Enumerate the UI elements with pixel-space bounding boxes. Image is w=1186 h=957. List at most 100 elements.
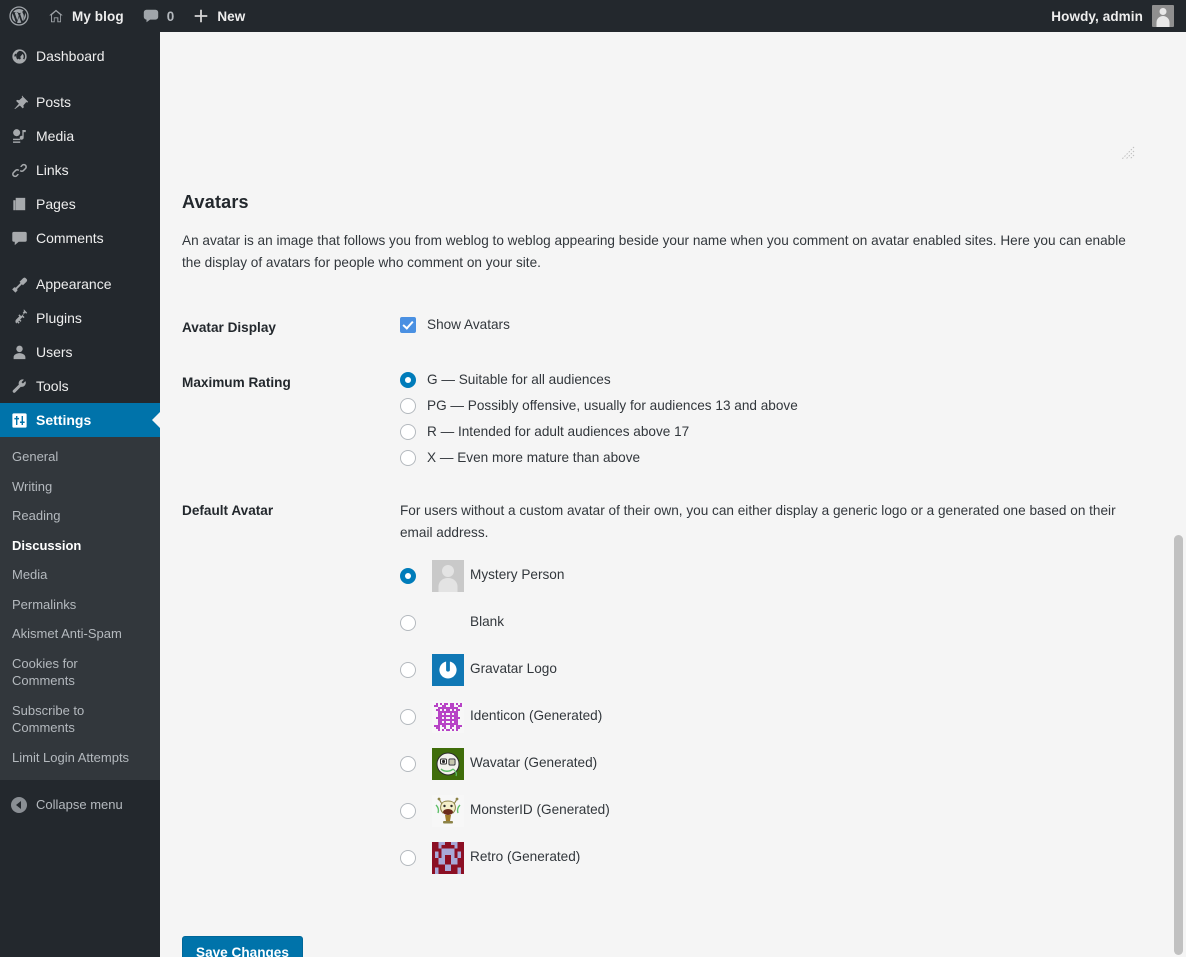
admin-bar: My blog 0 New Howdy, admin xyxy=(0,0,1186,32)
sidebar-item-users[interactable]: Users xyxy=(0,335,160,369)
paintbrush-icon xyxy=(2,275,36,294)
row-maximum-rating: Maximum Rating G — Suitable for all audi… xyxy=(182,355,1160,483)
sidebar-item-appearance[interactable]: Appearance xyxy=(0,267,160,301)
pages-icon xyxy=(2,195,36,214)
avatar-label-gravatar-logo: Gravatar Logo xyxy=(470,661,557,677)
avatar-display-label: Avatar Display xyxy=(182,320,276,335)
rating-radio-g[interactable] xyxy=(400,372,416,388)
avatar-option-mystery-person[interactable]: Mystery Person xyxy=(400,558,1150,594)
new-content-menu[interactable]: New xyxy=(183,0,254,32)
settings-submenu: General Writing Reading Discussion Media… xyxy=(0,437,160,780)
sidebar-item-tools[interactable]: Tools xyxy=(0,369,160,403)
plug-icon xyxy=(2,308,36,328)
avatar-display-field: Show Avatars xyxy=(400,300,1160,355)
resize-grip-icon[interactable] xyxy=(1120,145,1136,161)
avatar-label-wavatar: Wavatar (Generated) xyxy=(470,755,598,771)
submenu-item-media[interactable]: Media xyxy=(0,560,160,590)
site-name-label: My blog xyxy=(72,8,124,24)
avatar-option-retro[interactable]: Retro (Generated) xyxy=(400,840,1150,876)
sidebar-item-label: Users xyxy=(36,344,73,360)
row-default-avatar: Default Avatar For users without a custo… xyxy=(182,483,1160,893)
avatar-label-retro: Retro (Generated) xyxy=(470,849,581,865)
avatar-radio-identicon[interactable] xyxy=(400,708,416,725)
sidebar-item-label: Media xyxy=(36,128,75,144)
sidebar-item-plugins[interactable]: Plugins xyxy=(0,301,160,335)
comments-menu[interactable]: 0 xyxy=(133,0,184,32)
rating-radio-x[interactable] xyxy=(400,450,416,466)
plus-icon xyxy=(192,7,210,25)
comments-count-label: 0 xyxy=(166,8,175,24)
default-avatar-description: For users without a custom avatar of the… xyxy=(400,503,1116,540)
sidebar-item-label: Settings xyxy=(36,412,92,428)
sidebar-item-dashboard[interactable]: Dashboard xyxy=(0,39,160,73)
submenu-item-subscribe-to-comments[interactable]: Subscribe to Comments xyxy=(0,696,125,743)
submenu-item-cookies-for-comments[interactable]: Cookies for Comments xyxy=(0,649,125,696)
gravatar-logo-avatar-icon xyxy=(432,653,464,686)
avatar-radio-mystery-person[interactable] xyxy=(400,567,416,584)
settings-sliders-icon xyxy=(2,411,36,430)
sidebar-item-pages[interactable]: Pages xyxy=(0,187,160,221)
media-icon xyxy=(2,127,36,146)
maximum-rating-label: Maximum Rating xyxy=(182,375,291,390)
monsterid-avatar-icon xyxy=(432,794,464,827)
home-icon xyxy=(47,7,65,25)
show-avatars-checkbox[interactable] xyxy=(400,317,416,333)
sidebar-item-comments[interactable]: Comments xyxy=(0,221,160,255)
avatar-radio-monsterid[interactable] xyxy=(400,802,416,819)
blank-avatar-icon xyxy=(432,607,464,639)
avatar-radio-wavatar[interactable] xyxy=(400,755,416,772)
howdy-label: Howdy, admin xyxy=(1051,8,1143,24)
avatar-option-gravatar-logo[interactable]: Gravatar Logo xyxy=(400,652,1150,688)
submenu-item-discussion[interactable]: Discussion xyxy=(0,531,160,561)
rating-radio-pg[interactable] xyxy=(400,398,416,414)
page-title: Avatars xyxy=(182,192,249,212)
retro-avatar-icon xyxy=(432,841,464,874)
rating-label-r: R — Intended for adult audiences above 1… xyxy=(427,424,690,440)
submenu-item-general[interactable]: General xyxy=(0,442,160,472)
wp-logo-menu[interactable] xyxy=(0,0,38,32)
rating-radio-r[interactable] xyxy=(400,424,416,440)
new-content-label: New xyxy=(217,8,246,24)
rating-option-pg[interactable]: PG — Possibly offensive, usually for aud… xyxy=(400,398,1150,414)
page-scrollbar-track[interactable] xyxy=(1171,32,1186,957)
page-scrollbar-thumb[interactable] xyxy=(1174,535,1183,955)
user-icon xyxy=(2,343,36,362)
avatar-radio-blank[interactable] xyxy=(400,614,416,631)
avatar-radio-retro[interactable] xyxy=(400,849,416,866)
avatar-settings-table: Avatar Display Show Avatars Maximum Rati… xyxy=(182,300,1160,893)
rating-option-x[interactable]: X — Even more mature than above xyxy=(400,450,1150,466)
avatar-option-wavatar[interactable]: Wavatar (Generated) xyxy=(400,746,1150,782)
avatar-option-monsterid[interactable]: MonsterID (Generated) xyxy=(400,793,1150,829)
user-avatar-icon xyxy=(1152,5,1174,27)
submenu-item-writing[interactable]: Writing xyxy=(0,472,160,502)
avatar-radio-gravatar-logo[interactable] xyxy=(400,661,416,678)
avatar-label-blank: Blank xyxy=(470,614,505,630)
rating-label-x: X — Even more mature than above xyxy=(427,450,641,466)
my-account-menu[interactable]: Howdy, admin xyxy=(1042,0,1186,32)
sidebar-item-links[interactable]: Links xyxy=(0,153,160,187)
save-changes-button[interactable]: Save Changes xyxy=(182,936,303,957)
sidebar-item-posts[interactable]: Posts xyxy=(0,85,160,119)
show-avatars-checkbox-row[interactable]: Show Avatars xyxy=(400,317,1150,333)
avatar-option-blank[interactable]: Blank xyxy=(400,605,1150,641)
site-name-menu[interactable]: My blog xyxy=(38,0,133,32)
show-avatars-label: Show Avatars xyxy=(427,317,510,333)
rating-option-r[interactable]: R — Intended for adult audiences above 1… xyxy=(400,424,1150,440)
submenu-item-reading[interactable]: Reading xyxy=(0,501,160,531)
submenu-item-akismet-anti-spam[interactable]: Akismet Anti-Spam xyxy=(0,619,160,649)
sidebar-item-label: Links xyxy=(36,162,69,178)
sidebar-item-media[interactable]: Media xyxy=(0,119,160,153)
maximum-rating-field: G — Suitable for all audiences PG — Poss… xyxy=(400,355,1160,483)
avatar-option-identicon[interactable]: Identicon (Generated) xyxy=(400,699,1150,735)
wrench-icon xyxy=(2,377,36,396)
submenu-item-permalinks[interactable]: Permalinks xyxy=(0,590,160,620)
sidebar-separator xyxy=(0,73,160,85)
sidebar-item-label: Dashboard xyxy=(36,48,105,64)
submenu-item-limit-login-attempts[interactable]: Limit Login Attempts xyxy=(0,743,160,773)
collapse-menu-button[interactable]: Collapse menu xyxy=(0,788,160,822)
sidebar-item-label: Comments xyxy=(36,230,104,246)
sidebar-item-settings[interactable]: Settings xyxy=(0,403,160,437)
wavatar-avatar-icon xyxy=(432,747,464,780)
rating-option-g[interactable]: G — Suitable for all audiences xyxy=(400,372,1150,388)
default-avatar-options: Mystery Person Blank Gravatar Logo Ident… xyxy=(400,558,1150,876)
